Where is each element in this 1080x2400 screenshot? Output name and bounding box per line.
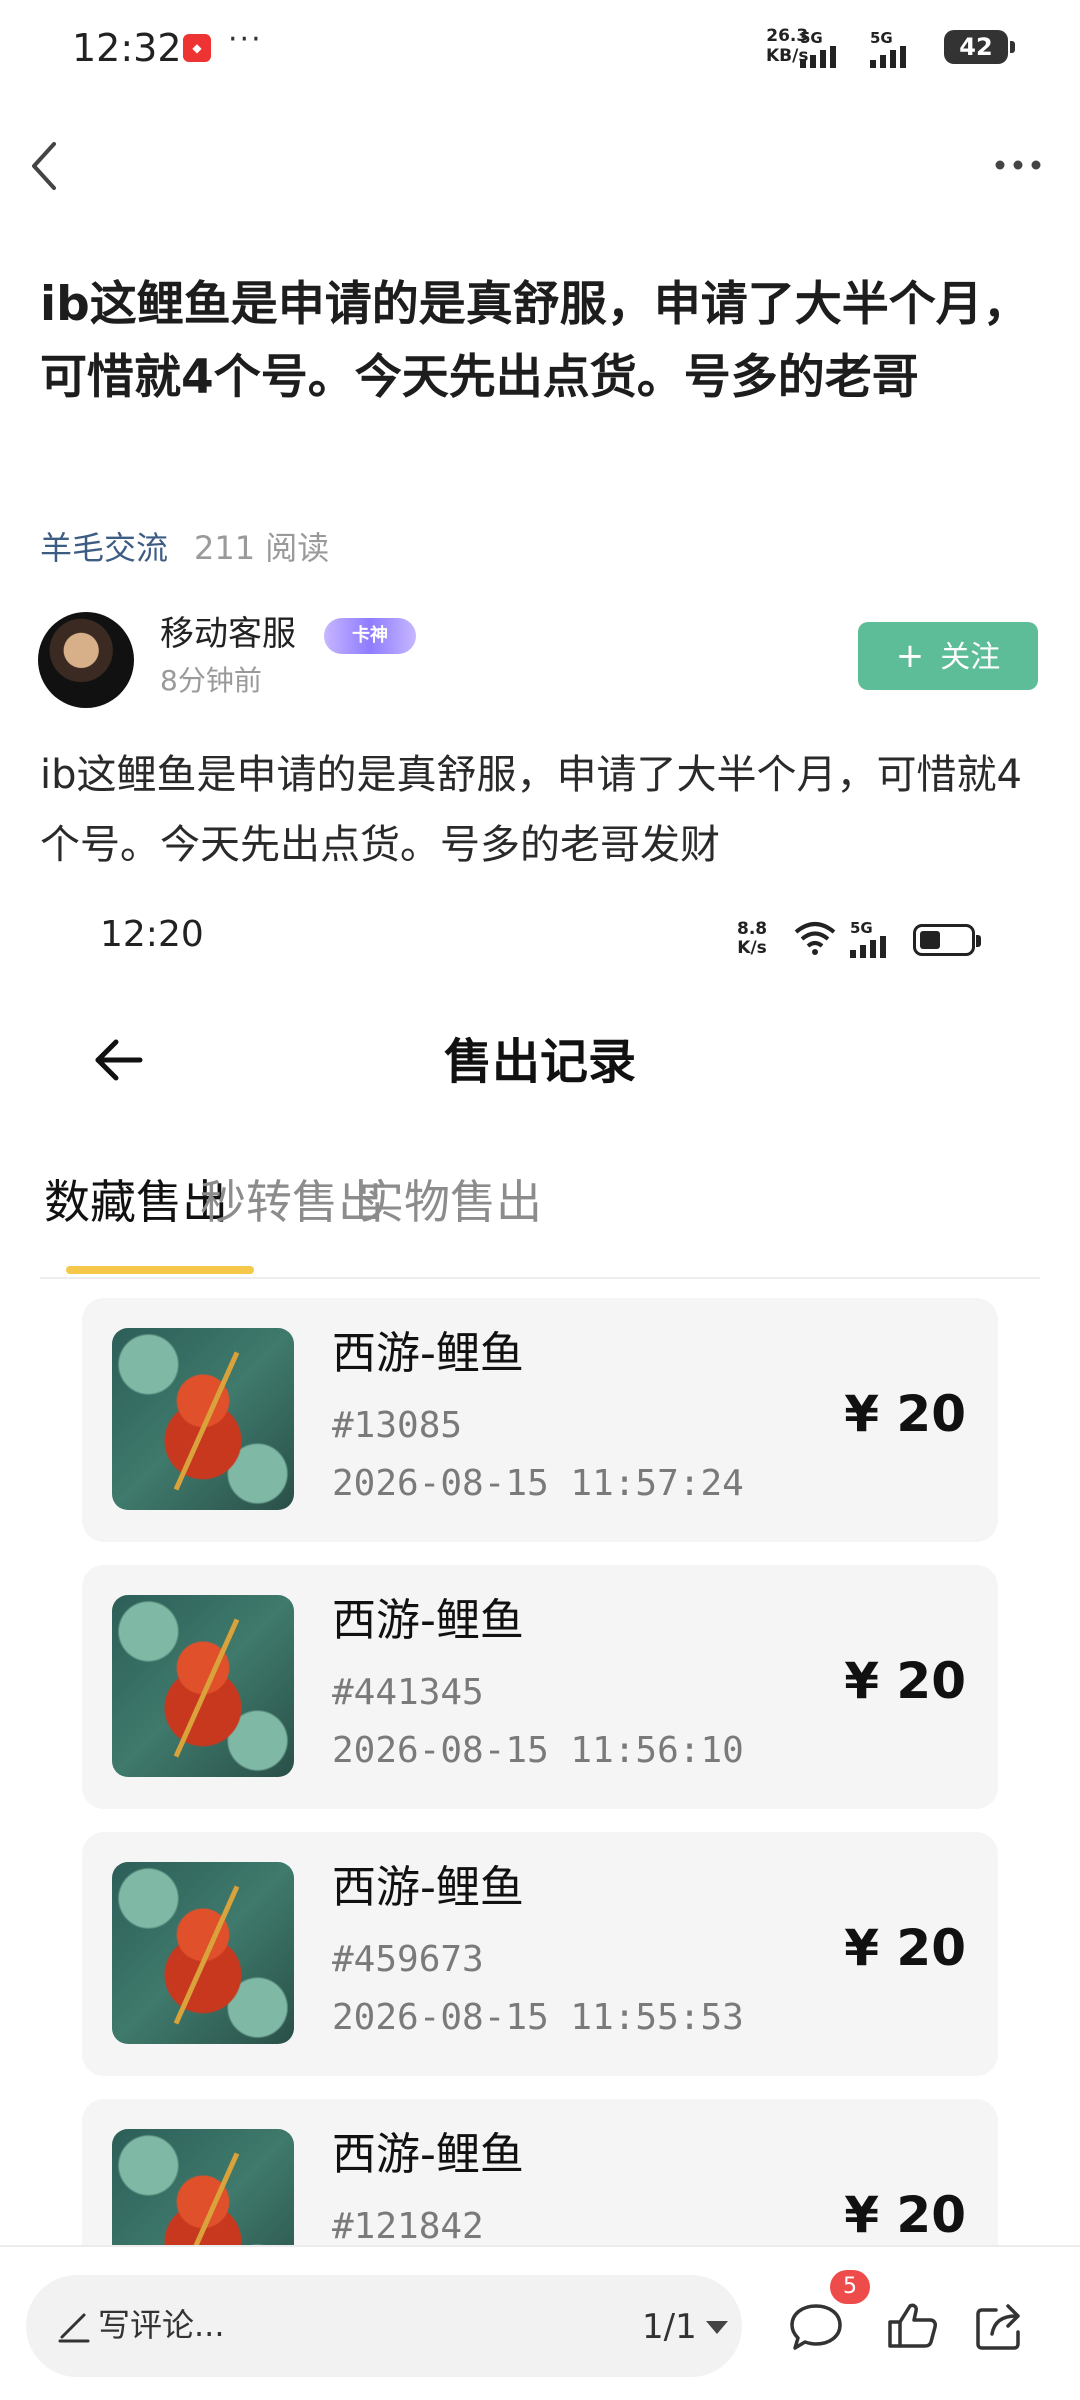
app-notification-icon: ◆ — [183, 34, 211, 62]
comment-count-badge: 5 — [830, 2270, 870, 2304]
post-body: ib这鲤鱼是申请的是真舒服，申请了大半个月，可惜就4个号。今天先出点货。号多的老… — [40, 752, 1022, 868]
item-serial: #121842 — [332, 2206, 484, 2247]
sale-time: 2026-08-15 11:56:10 — [332, 1730, 744, 1771]
comment-button[interactable] — [786, 2296, 846, 2356]
caret-down-icon[interactable] — [706, 2321, 728, 2334]
plus-icon: + — [895, 636, 925, 676]
battery-icon: 42 — [944, 30, 1015, 64]
more-options-button[interactable] — [988, 140, 1048, 190]
share-icon — [976, 2304, 1020, 2350]
shot-network-speed: 8.8 K/s — [737, 920, 767, 958]
read-count: 211 阅读 — [194, 529, 330, 567]
tab-active-indicator — [66, 1266, 254, 1274]
comment-input[interactable]: 写评论... 1/1 — [26, 2275, 742, 2377]
shot-page-title: 售出记录 — [443, 1034, 636, 1090]
sale-price: ¥ 20 — [844, 1652, 966, 1710]
page-indicator[interactable]: 1/1 — [642, 2303, 697, 2351]
sale-time: 2026-08-15 11:57:24 — [332, 1463, 744, 1504]
shot-network-type: 5G — [850, 919, 873, 937]
wifi-icon — [792, 920, 838, 965]
item-thumbnail — [112, 1862, 294, 2044]
tab-instant-sold[interactable]: 秒转售出 — [200, 1172, 384, 1232]
shot-back-button[interactable] — [90, 1030, 150, 1090]
signal-icon-1: 5G — [800, 29, 836, 68]
thumbs-up-icon — [888, 2303, 937, 2348]
author-badge: 卡神 — [324, 618, 416, 654]
more-notifications-icon: ··· — [228, 22, 263, 57]
network-type-1: 5G — [800, 29, 823, 47]
tab-divider — [40, 1277, 1040, 1279]
pen-icon — [58, 2313, 90, 2343]
item-thumbnail — [112, 1595, 294, 1777]
follow-button[interactable]: + 关注 — [858, 622, 1038, 690]
item-thumbnail — [112, 1328, 294, 1510]
sale-record-card[interactable]: 西游-鲤鱼 #459673 2026-08-15 11:55:53 ¥ 20 — [82, 1832, 998, 2076]
author-avatar[interactable] — [38, 612, 134, 708]
shot-battery-icon — [913, 924, 981, 956]
signal-icon-2: 5G — [870, 29, 906, 68]
network-type-2: 5G — [870, 29, 893, 47]
status-time: 12:32 — [72, 26, 182, 70]
status-bar: 12:32 ◆ ··· 26.3 KB/s 5G 5G 42 — [0, 0, 1080, 96]
shot-signal-icon: 5G — [850, 920, 886, 958]
embedded-screenshot[interactable]: 12:20 8.8 K/s 5G 售出记录 数藏售出 秒转售出 实物售出 西游-… — [40, 890, 1040, 2343]
post-time: 8分钟前 — [160, 664, 262, 697]
post-meta: 羊毛交流 211 阅读 — [40, 528, 329, 568]
tab-physical-sold[interactable]: 实物售出 — [358, 1172, 542, 1232]
sale-price: ¥ 20 — [844, 1919, 966, 1977]
category-link[interactable]: 羊毛交流 — [40, 529, 168, 567]
sale-price: ¥ 20 — [844, 1385, 966, 1443]
item-serial: #459673 — [332, 1939, 484, 1980]
post-title: ib这鲤鱼是申请的是真舒服，申请了大半个月，可惜就4个号。今天先出点货。号多的老… — [40, 277, 1030, 405]
comment-icon — [790, 2304, 842, 2350]
item-serial: #13085 — [332, 1405, 463, 1446]
sale-record-card[interactable]: 西游-鲤鱼 #13085 2026-08-15 11:57:24 ¥ 20 — [82, 1298, 998, 1542]
item-name: 西游-鲤鱼 — [332, 2129, 524, 2180]
arrow-left-icon — [95, 1039, 143, 1081]
sale-record-card[interactable]: 西游-鲤鱼 #441345 2026-08-15 11:56:10 ¥ 20 — [82, 1565, 998, 1809]
comment-placeholder: 写评论... — [98, 2306, 225, 2344]
item-name: 西游-鲤鱼 — [332, 1328, 524, 1379]
shot-status-time: 12:20 — [100, 914, 204, 955]
back-button[interactable] — [20, 136, 70, 196]
item-serial: #441345 — [332, 1672, 484, 1713]
follow-label: 关注 — [940, 640, 1001, 675]
sale-time: 2026-08-15 11:55:53 — [332, 1997, 744, 2038]
share-button[interactable] — [970, 2296, 1030, 2356]
item-name: 西游-鲤鱼 — [332, 1595, 524, 1646]
shot-network-speed-unit: K/s — [737, 938, 767, 958]
sale-price: ¥ 20 — [844, 2186, 966, 2244]
like-button[interactable] — [882, 2296, 942, 2356]
more-horizontal-icon — [995, 160, 1041, 170]
chevron-left-icon — [32, 142, 56, 190]
author-name[interactable]: 移动客服 — [160, 612, 296, 656]
shot-network-speed-value: 8.8 — [737, 919, 768, 939]
item-name: 西游-鲤鱼 — [332, 1862, 524, 1913]
